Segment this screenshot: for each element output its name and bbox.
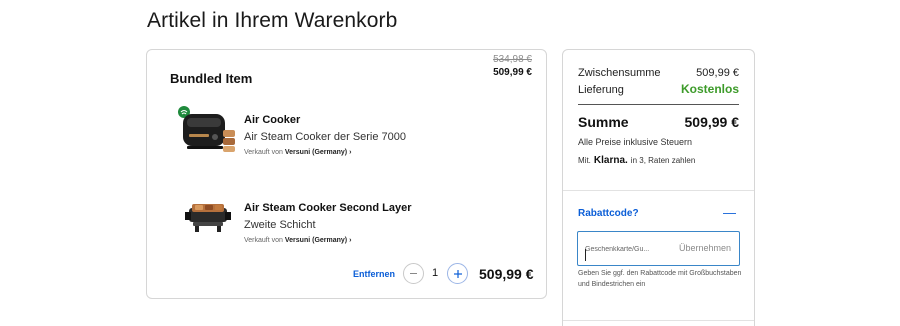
product-seller: Verkauft von Versuni (Germany) › (244, 149, 351, 156)
bundle-title: Bundled Item (170, 71, 253, 86)
text-cursor (585, 249, 586, 261)
section-divider (563, 190, 754, 191)
seller-link[interactable]: Versuni (Germany) › (285, 237, 352, 244)
seller-prefix: Verkauft von (244, 237, 283, 244)
coupon-field: Übernehmen (577, 231, 740, 266)
shipping-label: Lieferung (578, 84, 624, 96)
bundle-card: 534,98 € 509,99 € Bundled Item Air Cooke… (146, 49, 547, 299)
product-description: Zweite Schicht (244, 219, 316, 231)
tax-note: Alle Preise inklusive Steuern (578, 137, 693, 147)
order-summary: Zwischensumme 509,99 € Lieferung Kostenl… (562, 49, 755, 326)
coupon-title[interactable]: Rabattcode? (578, 208, 639, 219)
air-cooker-product-image[interactable] (175, 104, 239, 160)
bundle-new-price: 509,99 € (493, 67, 532, 78)
second-layer-product-image[interactable] (175, 192, 239, 248)
seller-prefix: Verkauft von (244, 149, 283, 156)
section-divider (563, 320, 754, 321)
subtotal-label: Zwischensumme (578, 67, 661, 79)
summary-divider (578, 104, 739, 105)
klarna-text: in 3, Raten zahlen (630, 156, 696, 165)
klarna-logo: Klarna. (593, 155, 628, 166)
page-title: Artikel in Ihrem Warenkorb (147, 9, 398, 32)
bundle-old-price: 534,98 € (493, 54, 532, 65)
quantity-decrease-button[interactable] (403, 263, 424, 284)
product-description: Air Steam Cooker der Serie 7000 (244, 131, 407, 143)
shipping-row: Lieferung Kostenlos (578, 82, 739, 96)
product-name[interactable]: Air Steam Cooker Second Layer (244, 202, 412, 214)
product-seller: Verkauft von Versuni (Germany) › (244, 237, 351, 244)
total-value: 509,99 € (684, 114, 740, 130)
apply-coupon-button[interactable]: Übernehmen (679, 243, 731, 253)
total-label: Summe (578, 114, 629, 130)
bundle-item: Air Steam Cooker Second Layer Zweite Sch… (169, 190, 529, 250)
product-name[interactable]: Air Cooker (244, 114, 300, 126)
subtotal-row: Zwischensumme 509,99 € (578, 67, 739, 79)
total-row: Summe 509,99 € (578, 114, 739, 130)
klarna-installments: Mit. Klarna. in 3, Raten zahlen (578, 155, 695, 166)
plus-icon (453, 269, 462, 278)
subtotal-value: 509,99 € (696, 67, 739, 79)
quantity-value: 1 (431, 267, 439, 279)
remove-button[interactable]: Entfernen (353, 269, 395, 279)
coupon-input[interactable] (585, 236, 669, 262)
bundle-item: Air Cooker Air Steam Cooker der Serie 70… (169, 102, 529, 162)
quantity-increase-button[interactable] (447, 263, 468, 284)
collapse-icon[interactable]: — (723, 205, 736, 220)
minus-icon (410, 273, 417, 274)
coupon-hint: Geben Sie ggf. den Rabattcode mit Großbu… (578, 270, 742, 288)
shipping-value: Kostenlos (680, 82, 739, 96)
bundle-total-price: 509,99 € (479, 266, 534, 282)
seller-link[interactable]: Versuni (Germany) › (285, 149, 352, 156)
klarna-prefix: Mit. (578, 156, 591, 165)
